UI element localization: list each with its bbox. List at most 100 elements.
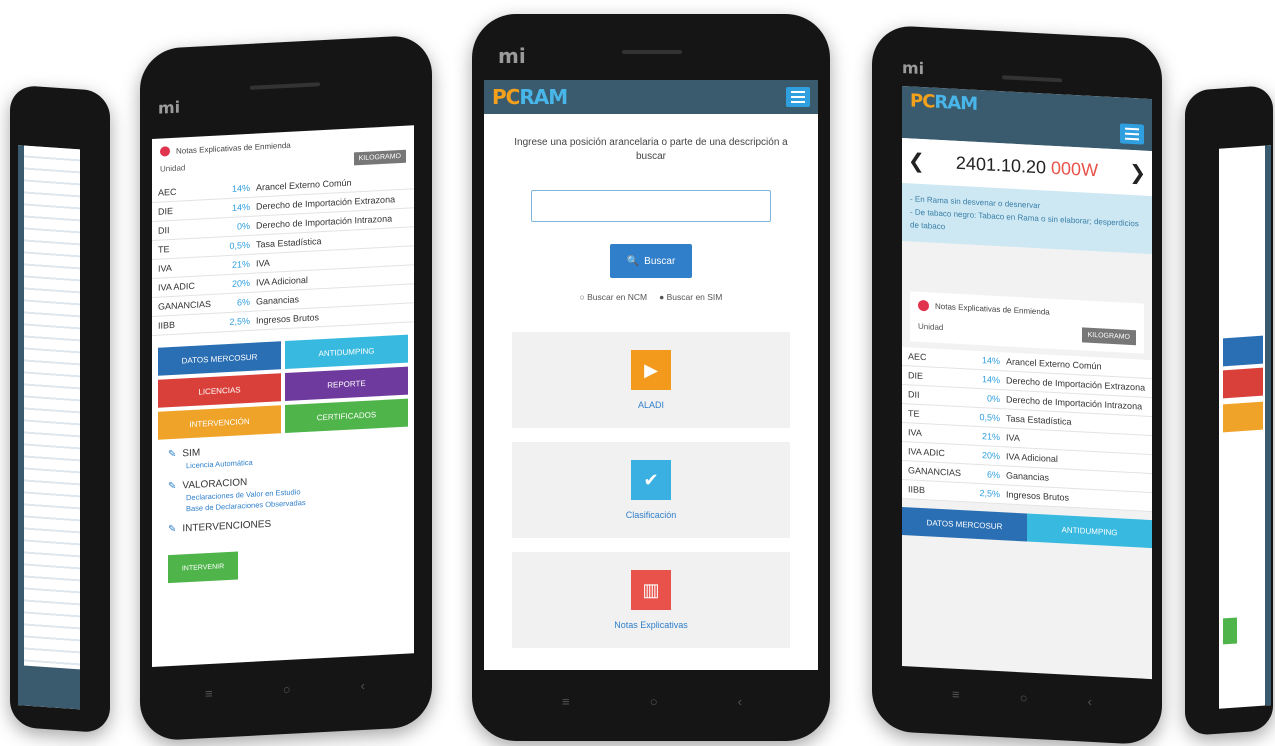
action-button-licencias[interactable]: LICENCIAS <box>158 373 281 408</box>
section-list: ✎ SIM Licencia Automática ✎ VALORACION Declar… <box>152 426 414 556</box>
tax-description: Ingresos Brutos <box>256 312 320 326</box>
unit-badge: KILOGRAMO <box>353 149 406 166</box>
nav-keys: ≡ ○ ‹ <box>522 694 782 709</box>
notes-icon <box>918 300 929 312</box>
search-button[interactable]: 🔍 Buscar <box>610 244 692 278</box>
home-key[interactable]: ○ <box>650 694 658 709</box>
radio-ncm[interactable]: ○ Buscar en NCM <box>580 292 648 302</box>
section-sim: ✎ SIM Licencia Automática <box>168 437 398 471</box>
phone-far-left <box>10 84 110 734</box>
phone-left-screen: Notas Explicativas de Enmienda Unidad KI… <box>152 125 414 668</box>
phone-far-left-screen <box>18 145 80 710</box>
position-code: 2401.10.20 <box>955 152 1047 178</box>
tax-code: IVA ADIC <box>908 446 945 459</box>
tax-description: IVA Adicional <box>1006 451 1058 465</box>
tax-rate: 14% <box>981 355 1000 367</box>
tariff-table: AEC 14% Arancel Externo Común DIE 14% Derecho… <box>902 347 1152 513</box>
phone-left: mi Notas Explicativas de Enmienda Unidad… <box>140 34 432 742</box>
tax-rate: 0% <box>236 220 250 232</box>
tax-rate: 2,5% <box>229 315 250 327</box>
tax-code: GANANCIAS <box>158 298 212 312</box>
card-label: ALADI <box>637 400 664 410</box>
search-button-label: Buscar <box>644 255 676 267</box>
unit-label: Unidad <box>918 322 944 333</box>
tax-rate: 0,5% <box>229 239 250 251</box>
tax-description: Ganancias <box>1006 470 1050 484</box>
tax-rate: 14% <box>981 374 1000 386</box>
tax-rate: 21% <box>231 258 250 270</box>
card-label: Clasificación <box>625 510 677 520</box>
notes-icon <box>160 146 170 157</box>
tax-rate: 14% <box>231 182 250 194</box>
tax-code: IVA <box>908 427 922 439</box>
tax-description: Derecho de Importación Intrazona <box>1006 394 1143 412</box>
app-logo: PCRAM <box>492 85 568 109</box>
prev-arrow-icon[interactable]: ❮ <box>908 148 925 174</box>
datos-mercosur-button[interactable]: DATOS MERCOSUR <box>902 507 1027 542</box>
tax-code: IIBB <box>158 319 176 331</box>
card-book[interactable]: ▥ Notas Explicativas <box>512 552 790 648</box>
section-intervenciones: ✎ INTERVENCIONES <box>168 512 398 535</box>
search-icon: 🔍 <box>626 255 640 267</box>
home-key[interactable]: ○ <box>283 682 291 697</box>
tax-rate: 20% <box>981 450 1000 462</box>
device-logo: mi <box>158 97 181 118</box>
nav-keys: ≡ ○ ‹ <box>170 676 400 703</box>
tax-description: IVA <box>1006 432 1020 444</box>
intervenir-button[interactable]: INTERVENIR <box>168 551 238 584</box>
search-scope-radios: ○ Buscar en NCM ● Buscar en SIM <box>484 292 818 302</box>
tax-rate: 14% <box>231 201 250 213</box>
antidumping-button[interactable]: ANTIDUMPING <box>1027 513 1152 549</box>
tax-code: IVA <box>158 262 172 274</box>
back-key[interactable]: ‹ <box>738 694 742 709</box>
tax-code: GANANCIAS <box>908 465 962 479</box>
tariff-table: AEC 14% Arancel Externo Común DIE 14% Derecho… <box>152 170 414 337</box>
tax-rate: 0,5% <box>979 412 1000 424</box>
section-title: SIM <box>182 447 201 460</box>
phone-far-right <box>1185 84 1273 737</box>
menu-key[interactable]: ≡ <box>952 687 960 702</box>
menu-key[interactable]: ≡ <box>205 686 213 701</box>
tax-code: IIBB <box>908 484 926 496</box>
menu-key[interactable]: ≡ <box>562 694 570 709</box>
tax-code: DIE <box>158 205 174 217</box>
phone-right: mi PCRAM ❮ 2401.10.20 000W ❯ - En Rama s… <box>872 24 1162 746</box>
phone-right-screen: PCRAM ❮ 2401.10.20 000W ❯ - En Rama sin … <box>902 85 1152 680</box>
tax-code: IVA ADIC <box>158 280 195 293</box>
tax-code: DII <box>908 389 920 401</box>
check-icon: ✔ <box>631 460 671 500</box>
tax-rate: 6% <box>236 296 250 308</box>
book-icon: ▥ <box>631 570 671 610</box>
hamburger-menu-icon[interactable] <box>1120 123 1144 145</box>
card-play[interactable]: ▶ ALADI <box>512 332 790 428</box>
pencil-icon: ✎ <box>168 523 177 536</box>
action-button-antidumping[interactable]: ANTIDUMPING <box>285 334 408 370</box>
back-key[interactable]: ‹ <box>361 678 365 693</box>
phone-far-right-screen <box>1219 145 1271 709</box>
tax-description: Ingresos Brutos <box>1006 489 1070 504</box>
tax-description: Derecho de Importación Extrazona <box>1006 375 1146 394</box>
tax-rate: 21% <box>981 431 1000 443</box>
action-button-reporte[interactable]: REPORTE <box>285 366 408 402</box>
hamburger-menu-icon[interactable] <box>786 87 810 107</box>
pencil-icon: ✎ <box>168 480 177 493</box>
tax-description: Tasa Estadística <box>1006 413 1072 428</box>
back-key[interactable]: ‹ <box>1088 694 1092 709</box>
next-arrow-icon[interactable]: ❯ <box>1129 160 1146 186</box>
radio-sim[interactable]: ● Buscar en SIM <box>659 292 722 302</box>
app-logo: PCRAM <box>910 90 978 115</box>
notes-header: Notas Explicativas de Enmienda <box>935 302 1050 318</box>
device-logo: mi <box>902 57 925 79</box>
search-input[interactable] <box>531 190 771 222</box>
tax-code: TE <box>908 408 920 420</box>
position-suffix: 000W <box>1051 157 1099 181</box>
card-check[interactable]: ✔ Clasificación <box>512 442 790 538</box>
card-label: Notas Explicativas <box>614 620 688 630</box>
action-button-datos-mercosur[interactable]: DATOS MERCOSUR <box>158 341 281 376</box>
notes-header: Notas Explicativas de Enmienda <box>176 140 291 156</box>
section-title: VALORACION <box>182 477 248 492</box>
home-key[interactable]: ○ <box>1020 690 1028 705</box>
tax-code: DII <box>158 225 170 236</box>
unit-label: Unidad <box>160 163 186 174</box>
section-title: INTERVENCIONES <box>182 518 272 535</box>
